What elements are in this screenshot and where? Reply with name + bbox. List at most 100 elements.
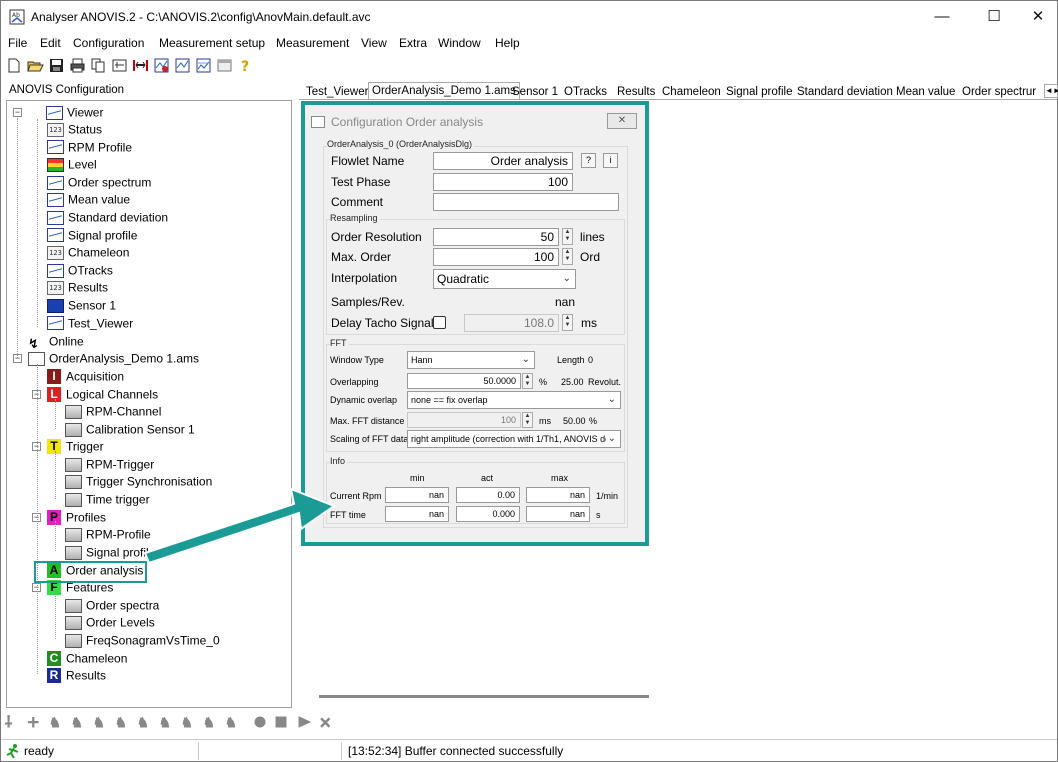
current-rpm-min: nan: [385, 487, 449, 503]
record-icon[interactable]: [153, 57, 170, 74]
delay-tacho-spinner[interactable]: ▲ ▼: [562, 314, 573, 331]
tree-online[interactable]: ↯ Online: [28, 333, 84, 351]
overlapping-spinner[interactable]: ▲ ▼: [522, 373, 533, 389]
max-order-input[interactable]: 100: [433, 248, 559, 266]
max-fft-distance-spinner[interactable]: ▲ ▼: [522, 412, 533, 428]
tree-acquisition[interactable]: I Acquisition: [47, 368, 124, 385]
tab-sensor-1[interactable]: Sensor 1: [509, 84, 561, 100]
status-separator: [198, 742, 199, 760]
delay-tacho-checkbox[interactable]: [433, 316, 446, 329]
print-icon[interactable]: [69, 57, 86, 74]
measurement-controls-icon[interactable]: ⸸ + ♞ ♞ ♞ ♞ ♞ ♞ ♞ ♞ ♞ ✕: [5, 713, 345, 733]
tab-results[interactable]: Results: [614, 84, 658, 100]
menu-configuration[interactable]: Configuration: [73, 36, 144, 50]
tree-viewer-item[interactable]: 123 Status: [47, 121, 102, 138]
tree-item-label: Viewer: [67, 105, 104, 120]
tree-rpm-profile[interactable]: RPM-Profile: [65, 526, 151, 543]
menu-measurement[interactable]: Measurement: [276, 36, 349, 50]
tree-order-spectra[interactable]: Order spectra: [65, 597, 159, 614]
tree-trigger-sync[interactable]: Trigger Synchronisation: [65, 473, 212, 490]
tree-chameleon[interactable]: C Chameleon: [47, 650, 127, 667]
flowlet-name-input[interactable]: Order analysis: [433, 152, 573, 170]
tab-scroll-arrows[interactable]: ◄►: [1044, 84, 1058, 98]
delay-tacho-label: Delay Tacho Signal: [331, 316, 434, 330]
tree-results[interactable]: R Results: [47, 667, 106, 684]
tree-project[interactable]: OrderAnalysis_Demo 1.ams: [28, 350, 199, 367]
tree-calibration-sensor[interactable]: Calibration Sensor 1: [65, 421, 195, 438]
tree-item-label: Results: [68, 280, 109, 295]
tree-viewer-item[interactable]: RPM Profile: [47, 139, 132, 156]
tree-viewer-item[interactable]: Level: [47, 156, 97, 173]
menu-view[interactable]: View: [361, 36, 387, 50]
info-button[interactable]: i: [603, 153, 618, 168]
tree-logical-channels[interactable]: L Logical Channels: [47, 386, 158, 403]
logical-letter-icon: L: [47, 387, 61, 403]
window-icon[interactable]: [216, 57, 233, 74]
tree-viewer-item[interactable]: 123 Chameleon: [47, 244, 129, 261]
tree-rpm-channel[interactable]: RPM-Channel: [65, 403, 161, 420]
tree-viewer-item[interactable]: Mean value: [47, 191, 130, 208]
help-button[interactable]: ?: [581, 153, 596, 168]
comment-input[interactable]: [433, 193, 619, 211]
menu-window[interactable]: Window: [438, 36, 481, 50]
scaling-fft-select[interactable]: right amplitude (correction with 1/Th1, …: [407, 430, 621, 448]
new-icon[interactable]: [6, 57, 23, 74]
dialog-close-button[interactable]: ✕: [607, 113, 637, 129]
test-phase-input[interactable]: 100: [433, 173, 573, 191]
level-icon: [47, 158, 64, 173]
tree-viewer-item[interactable]: Test_Viewer: [47, 315, 133, 332]
order-resolution-spinner[interactable]: ▲ ▼: [562, 228, 573, 245]
close-button[interactable]: ✕: [1015, 1, 1058, 33]
chart-icon[interactable]: [174, 57, 191, 74]
open-icon[interactable]: [27, 57, 44, 74]
tree-rpm-trigger[interactable]: RPM-Trigger: [65, 456, 154, 473]
chart2-icon[interactable]: [195, 57, 212, 74]
tree-viewer-item[interactable]: OTracks: [47, 262, 113, 279]
current-rpm-act: 0.00: [456, 487, 520, 503]
tree-viewer[interactable]: Viewer: [46, 104, 103, 121]
tree-order-levels[interactable]: Order Levels: [65, 614, 155, 631]
menu-help[interactable]: Help: [495, 36, 520, 50]
tree-signal-profile[interactable]: Signal profile: [65, 544, 155, 561]
tab-orderanalysis-demo[interactable]: OrderAnalysis_Demo 1.ams: [368, 82, 520, 100]
save-icon[interactable]: [48, 57, 65, 74]
maximize-button[interactable]: ☐: [971, 1, 1017, 33]
delay-tacho-input[interactable]: 108.0: [464, 314, 559, 332]
menu-extra[interactable]: Extra: [399, 36, 427, 50]
menu-file[interactable]: File: [8, 36, 27, 50]
tab-chameleon[interactable]: Chameleon: [659, 84, 724, 100]
tree-viewer-item[interactable]: Standard deviation: [47, 209, 168, 226]
order-resolution-input[interactable]: 50: [433, 228, 559, 246]
menu-measurement-setup[interactable]: Measurement setup: [159, 36, 265, 50]
tree-viewer-item[interactable]: Order spectrum: [47, 174, 151, 191]
dynamic-overlap-label: Dynamic overlap: [330, 395, 398, 405]
dynamic-overlap-select[interactable]: none == fix overlap ⌄: [407, 391, 621, 409]
help-icon[interactable]: ?: [237, 57, 254, 74]
tab-signal-profile[interactable]: Signal profile: [723, 84, 795, 100]
channel-icon: [65, 404, 82, 419]
tree-viewer-item[interactable]: Signal profile: [47, 227, 137, 244]
tree-viewer-item[interactable]: 123 Results: [47, 279, 108, 296]
minimize-button[interactable]: —: [919, 1, 965, 33]
menu-edit[interactable]: Edit: [40, 36, 61, 50]
copy-icon[interactable]: [90, 57, 107, 74]
horizontal-scrollbar[interactable]: [319, 695, 649, 698]
max-order-spinner[interactable]: ▲ ▼: [562, 248, 573, 265]
interpolation-select[interactable]: Quadratic ⌄: [433, 269, 576, 289]
tree-viewer-item[interactable]: Sensor 1: [47, 297, 116, 314]
overlapping-input[interactable]: 50.0000: [407, 373, 521, 389]
tree-freq-sonagram[interactable]: FreqSonagramVsTime_0: [65, 632, 220, 649]
tab-standard-deviation[interactable]: Standard deviation: [794, 84, 896, 100]
tree-expander-icon[interactable]: −: [13, 108, 22, 117]
tab-otracks[interactable]: OTracks: [561, 84, 610, 100]
tab-order-spectrum[interactable]: Order spectrur: [959, 84, 1043, 100]
fft-time-act: 0.000: [456, 506, 520, 522]
profiles-letter-icon: P: [47, 510, 61, 526]
window-type-select[interactable]: Hann ⌄: [407, 351, 535, 369]
tree-time-trigger[interactable]: Time trigger: [65, 491, 150, 508]
max-fft-distance-input[interactable]: 100: [407, 412, 521, 428]
settings-icon[interactable]: [111, 57, 128, 74]
tab-mean-value[interactable]: Mean value: [893, 84, 958, 100]
split-icon[interactable]: [132, 57, 149, 74]
tab-test-viewer[interactable]: Test_Viewer: [303, 84, 371, 100]
